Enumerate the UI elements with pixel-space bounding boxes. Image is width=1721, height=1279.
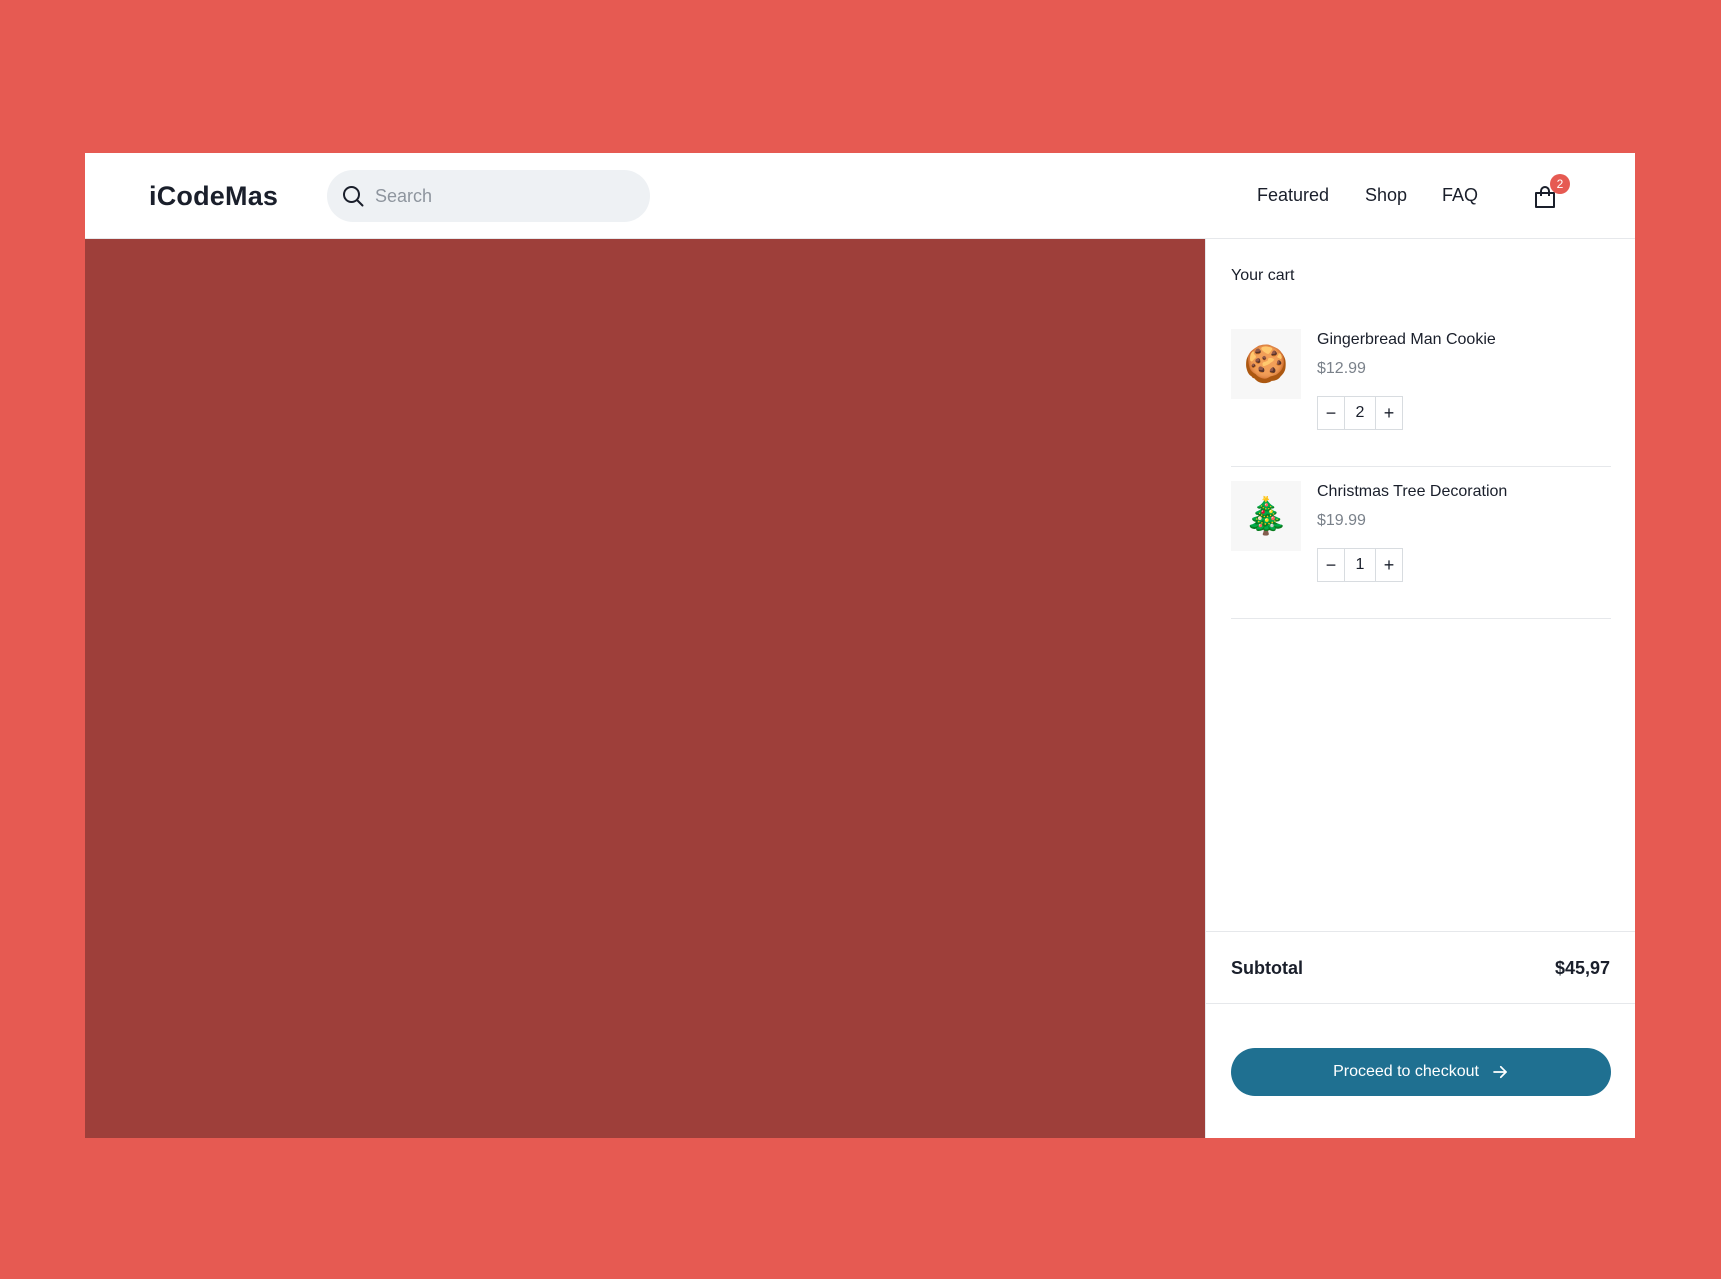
top-navbar: iCodeMas Featured Shop FAQ 2 [85, 153, 1635, 239]
hero-area [85, 239, 1205, 1138]
item-name[interactable]: Gingerbread Man Cookie [1317, 331, 1496, 349]
app-window: iCodeMas Featured Shop FAQ 2 Your cart 🍪… [85, 153, 1635, 1138]
subtotal-value: $45,97 [1554, 958, 1610, 978]
increment-button[interactable]: + [1376, 397, 1402, 429]
decrement-button[interactable]: − [1318, 549, 1344, 581]
checkout-label: Proceed to checkout [1333, 1063, 1479, 1080]
search-bar[interactable] [327, 170, 650, 222]
quantity-value: 2 [1344, 397, 1376, 429]
nav-link-faq[interactable]: FAQ [1442, 185, 1478, 206]
quantity-stepper: − 1 + [1317, 548, 1403, 582]
cart-item: 🎄 Christmas Tree Decoration $19.99 − 1 + [1231, 467, 1611, 619]
item-price: $12.99 [1317, 360, 1366, 377]
item-name[interactable]: Christmas Tree Decoration [1317, 483, 1507, 501]
checkout-button[interactable]: Proceed to checkout [1231, 1048, 1611, 1096]
cart-count-badge: 2 [1550, 174, 1570, 194]
logo[interactable]: iCodeMas [149, 181, 278, 212]
decrement-button[interactable]: − [1318, 397, 1344, 429]
gingerbread-man-icon[interactable]: 🍪 [1231, 329, 1301, 399]
subtotal-label: Subtotal [1231, 958, 1303, 978]
subtotal-row: Subtotal $45,97 [1206, 931, 1635, 1004]
nav-link-shop[interactable]: Shop [1365, 185, 1407, 206]
arrow-right-icon [1493, 1065, 1507, 1079]
nav-link-featured[interactable]: Featured [1257, 185, 1329, 206]
christmas-tree-icon[interactable]: 🎄 [1231, 481, 1301, 551]
cart-title: Your cart [1231, 267, 1295, 284]
quantity-stepper: − 2 + [1317, 396, 1403, 430]
quantity-value: 1 [1344, 549, 1376, 581]
cart-item: 🍪 Gingerbread Man Cookie $12.99 − 2 + [1231, 315, 1611, 467]
increment-button[interactable]: + [1376, 549, 1402, 581]
item-price: $19.99 [1317, 512, 1366, 529]
cart-panel: Your cart 🍪 Gingerbread Man Cookie $12.9… [1205, 239, 1635, 1138]
search-input[interactable] [375, 170, 635, 222]
search-icon [343, 186, 364, 207]
